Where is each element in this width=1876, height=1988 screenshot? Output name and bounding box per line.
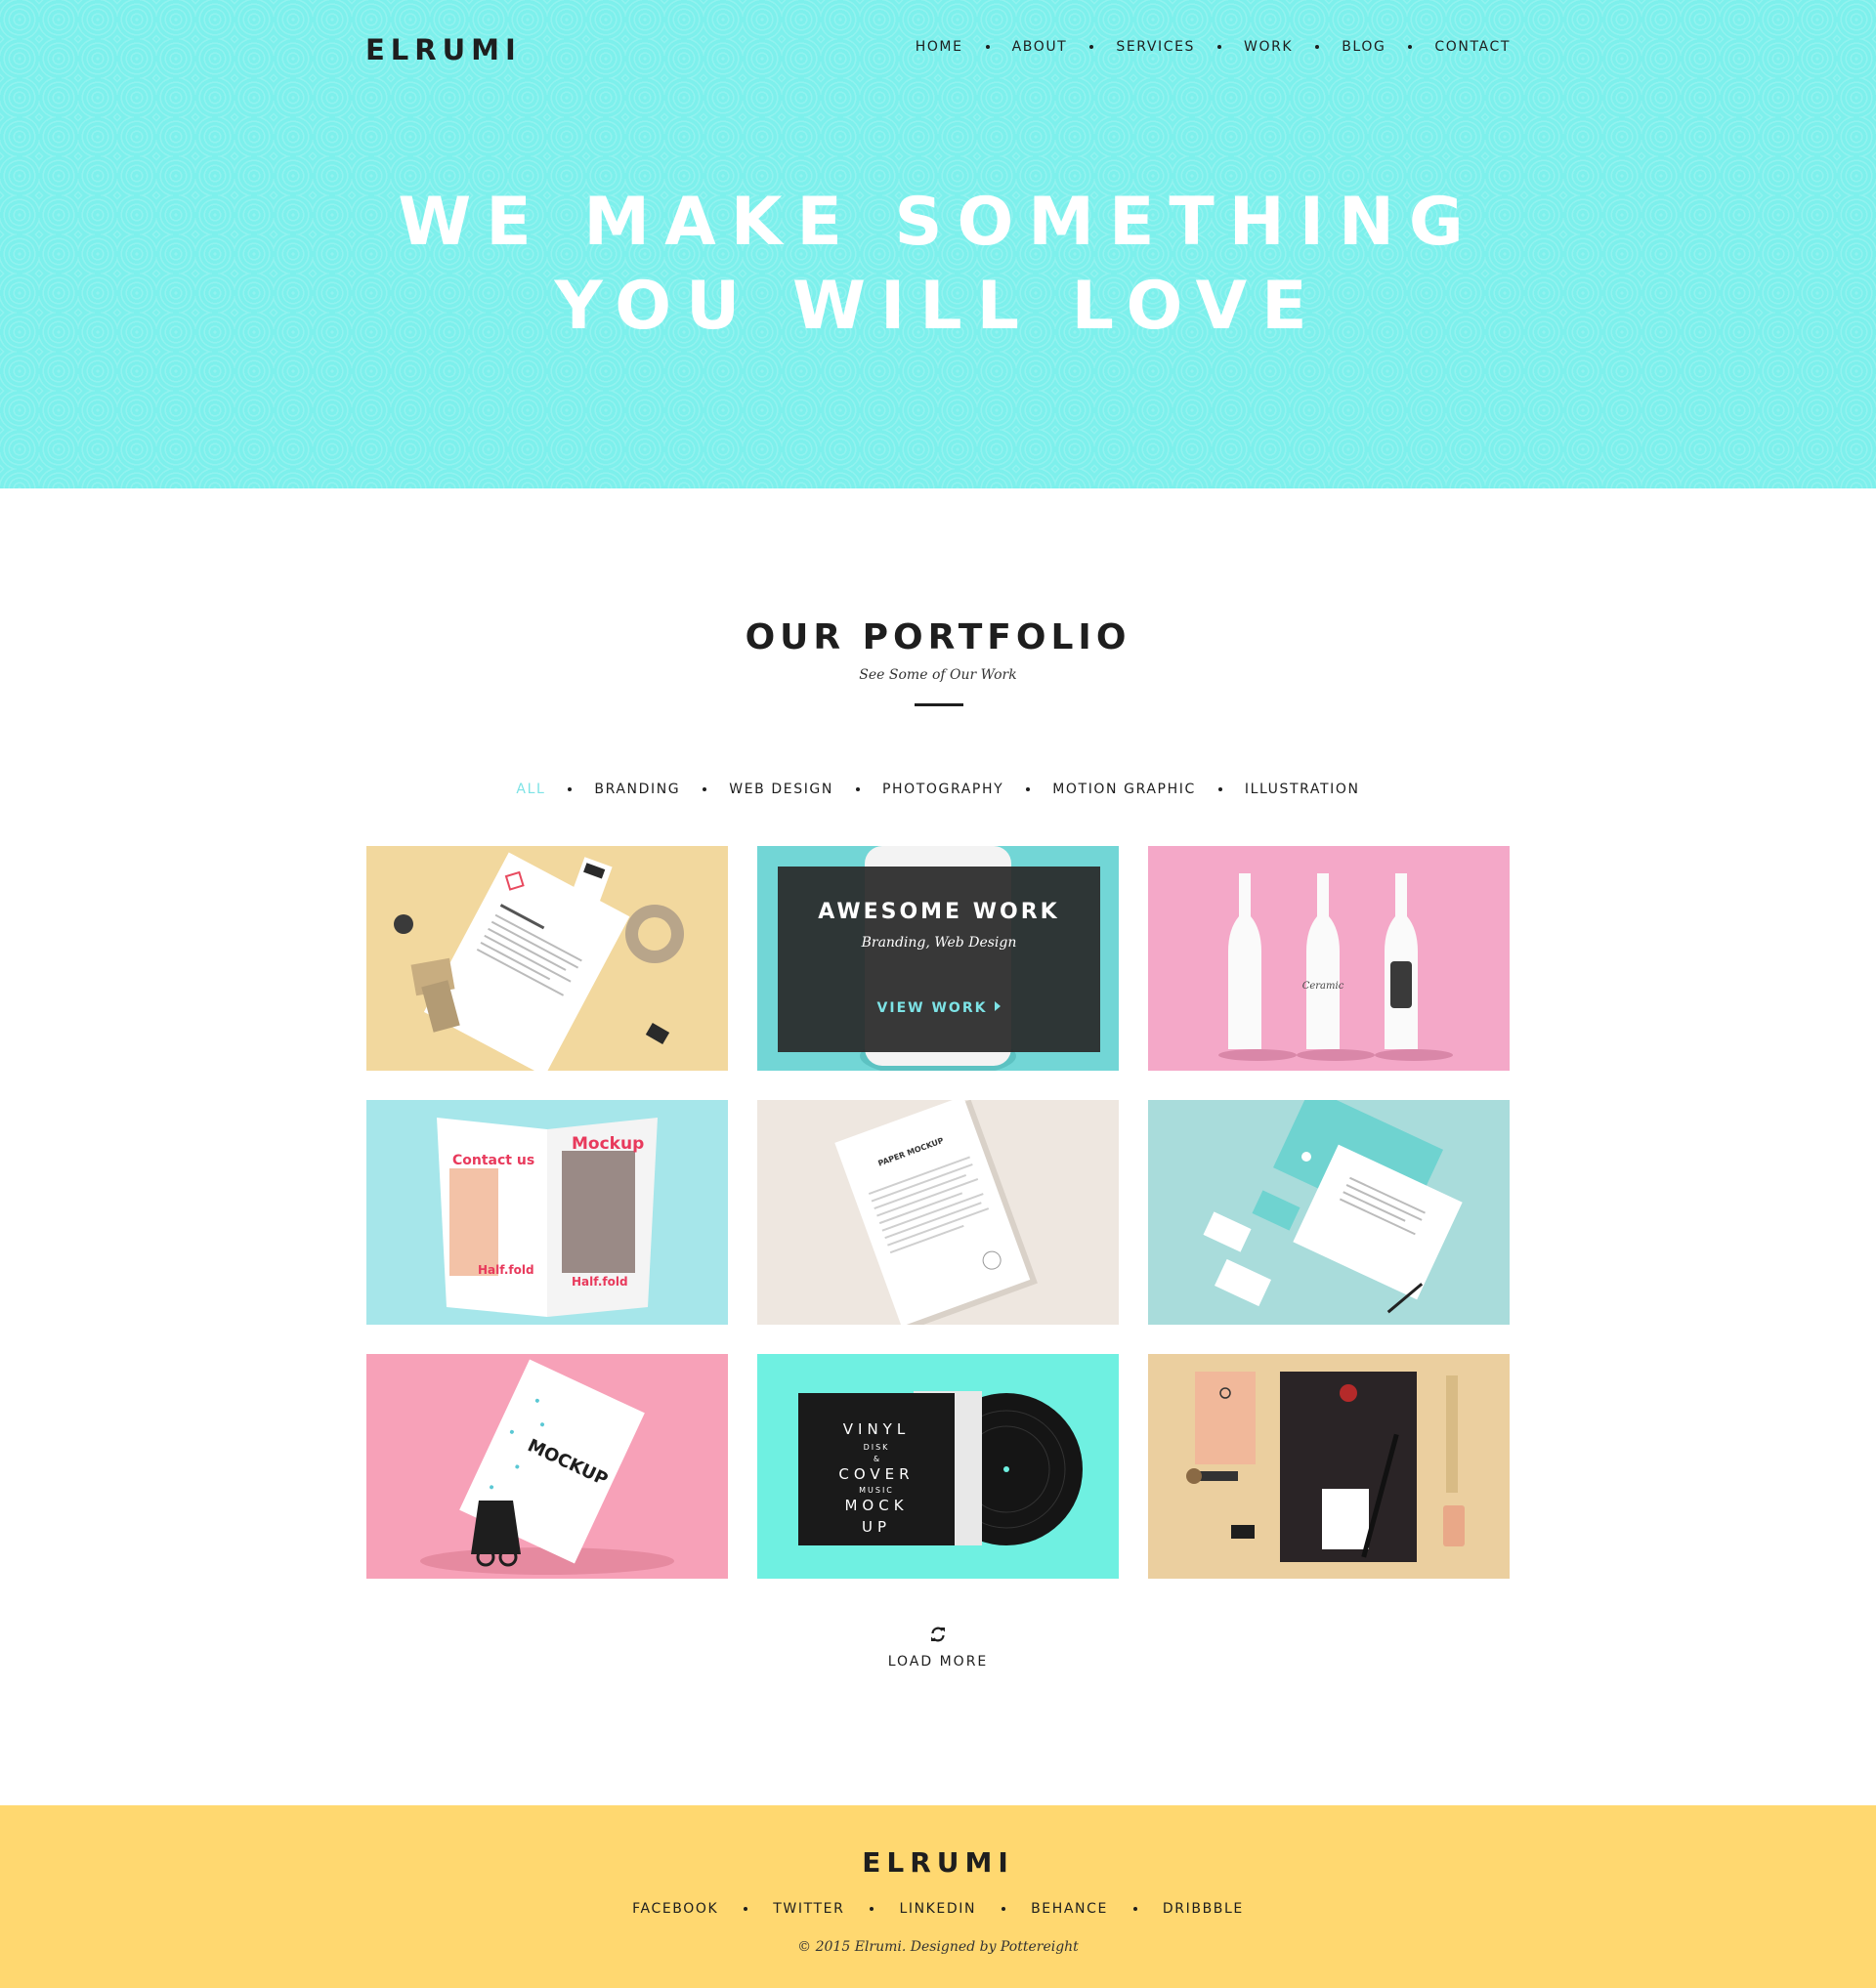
bottle-label: Ceramic [1302, 981, 1344, 992]
filter-separator [855, 787, 860, 791]
portfolio-item-business-card-clip[interactable]: MOCKUP [366, 1354, 728, 1579]
filter-branding[interactable]: BRANDING [594, 782, 680, 797]
hero-section: ELRUMI HOME ABOUT SERVICES WORK BLOG CON… [0, 0, 1876, 488]
nav-home[interactable]: HOME [916, 39, 963, 55]
brochure-mockup-heading: Mockup [572, 1134, 644, 1154]
nav-work[interactable]: WORK [1244, 39, 1293, 55]
card-clip-image: MOCKUP [420, 1359, 674, 1575]
brochure-right-footer: Half.fold [572, 1275, 628, 1289]
portfolio-item-ceramic-bottles[interactable]: Ceramic [1148, 846, 1510, 1071]
vinyl-word-7: UP [862, 1518, 891, 1536]
portfolio-item-paper-mockup[interactable]: PAPER MOCKUP [757, 1100, 1119, 1325]
overlay-title: AWESOME WORK [818, 900, 1060, 924]
filter-separator [568, 787, 573, 791]
filter-separator [703, 787, 707, 791]
filter-separator [1026, 787, 1031, 791]
nav-about[interactable]: ABOUT [1012, 39, 1068, 55]
nav-contact[interactable]: CONTACT [1434, 39, 1511, 55]
play-arrow-icon [995, 1001, 1002, 1011]
copyright-text: © 2015 Elrumi. Designed by Pottereight [797, 1939, 1079, 1955]
social-dribbble[interactable]: DRIBBBLE [1163, 1901, 1244, 1917]
nav-separator [1315, 45, 1320, 49]
paper-image: PAPER MOCKUP [834, 1100, 1038, 1325]
filter-illustration[interactable]: ILLUSTRATION [1245, 782, 1360, 797]
portfolio-hover-overlay: AWESOME WORK Branding, Web Design VIEW W… [778, 867, 1100, 1052]
vinyl-word-5: MUSIC [859, 1486, 894, 1495]
portfolio-item-mug-mockup[interactable]: AWESOME WORK Branding, Web Design VIEW W… [757, 846, 1119, 1071]
vinyl-word-4: COVER [838, 1465, 914, 1483]
social-separator [870, 1907, 874, 1911]
vinyl-word-3: & [874, 1455, 879, 1463]
vinyl-word-6: MOCK [844, 1497, 908, 1514]
filter-separator [1217, 787, 1222, 791]
brochure-image: Contact us Mockup Half.fold Half.fold [437, 1118, 658, 1317]
title-divider [915, 703, 963, 706]
filter-photography[interactable]: PHOTOGRAPHY [882, 782, 1003, 797]
social-separator [744, 1907, 748, 1911]
portfolio-item-letterhead-stationery[interactable] [366, 846, 728, 1071]
portfolio-subtitle: See Some of Our Work [859, 667, 1017, 683]
social-twitter[interactable]: TWITTER [773, 1901, 844, 1917]
nav-separator [1089, 45, 1094, 49]
refresh-icon [931, 1627, 945, 1642]
view-work-link[interactable]: VIEW WORK [778, 1000, 1100, 1016]
portfolio-item-half-fold-brochure[interactable]: Contact us Mockup Half.fold Half.fold [366, 1100, 728, 1325]
vinyl-image: VINYL DISK & COVER MUSIC MOCK UP [798, 1391, 1083, 1545]
bottles-image: Ceramic [1218, 873, 1453, 1061]
hero-headline-line-1: WE MAKE SOMETHING [398, 184, 1478, 261]
load-more-button[interactable]: LOAD MORE [840, 1626, 1036, 1674]
social-separator [1002, 1907, 1006, 1911]
portfolio-title: OUR PORTFOLIO [745, 617, 1131, 657]
nav-separator [1217, 45, 1222, 49]
hero-headline-line-2: YOU WILL LOVE [554, 268, 1322, 345]
envelope-image [1186, 1372, 1465, 1562]
portfolio-item-corporate-identity[interactable] [1148, 1100, 1510, 1325]
main-nav: HOME ABOUT SERVICES WORK BLOG CONTACT [916, 39, 1511, 55]
portfolio-filters: ALL BRANDING WEB DESIGN PHOTOGRAPHY MOTI… [0, 782, 1876, 797]
social-linkedin[interactable]: LINKEDIN [899, 1901, 976, 1917]
brochure-left-footer: Half.fold [478, 1263, 534, 1277]
letterhead-image [394, 852, 684, 1071]
overlay-categories: Branding, Web Design [861, 935, 1017, 951]
identity-image [1203, 1100, 1463, 1314]
site-footer: ELRUMI FACEBOOK TWITTER LINKEDIN BEHANCE… [0, 1805, 1876, 1988]
social-facebook[interactable]: FACEBOOK [632, 1901, 718, 1917]
site-logo[interactable]: ELRUMI [365, 33, 522, 66]
filter-web-design[interactable]: WEB DESIGN [729, 782, 833, 797]
nav-services[interactable]: SERVICES [1116, 39, 1195, 55]
social-behance[interactable]: BEHANCE [1031, 1901, 1108, 1917]
portfolio-item-vinyl-cover[interactable]: VINYL DISK & COVER MUSIC MOCK UP [757, 1354, 1119, 1579]
nav-separator [985, 45, 990, 49]
vinyl-word-2: DISK [864, 1443, 890, 1452]
vinyl-word-1: VINYL [843, 1420, 910, 1438]
social-links: FACEBOOK TWITTER LINKEDIN BEHANCE DRIBBB… [0, 1901, 1876, 1917]
filter-all[interactable]: ALL [516, 782, 545, 797]
view-work-label: VIEW WORK [876, 1000, 988, 1016]
hero-headline: WE MAKE SOMETHING YOU WILL LOVE [0, 181, 1876, 349]
social-separator [1132, 1907, 1137, 1911]
brochure-contact-heading: Contact us [452, 1153, 534, 1168]
load-more-label: LOAD MORE [887, 1654, 989, 1670]
footer-logo[interactable]: ELRUMI [0, 1846, 1876, 1879]
filter-motion-graphic[interactable]: MOTION GRAPHIC [1052, 782, 1196, 797]
nav-separator [1408, 45, 1413, 49]
portfolio-item-envelope-stationery[interactable] [1148, 1354, 1510, 1579]
nav-blog[interactable]: BLOG [1342, 39, 1386, 55]
